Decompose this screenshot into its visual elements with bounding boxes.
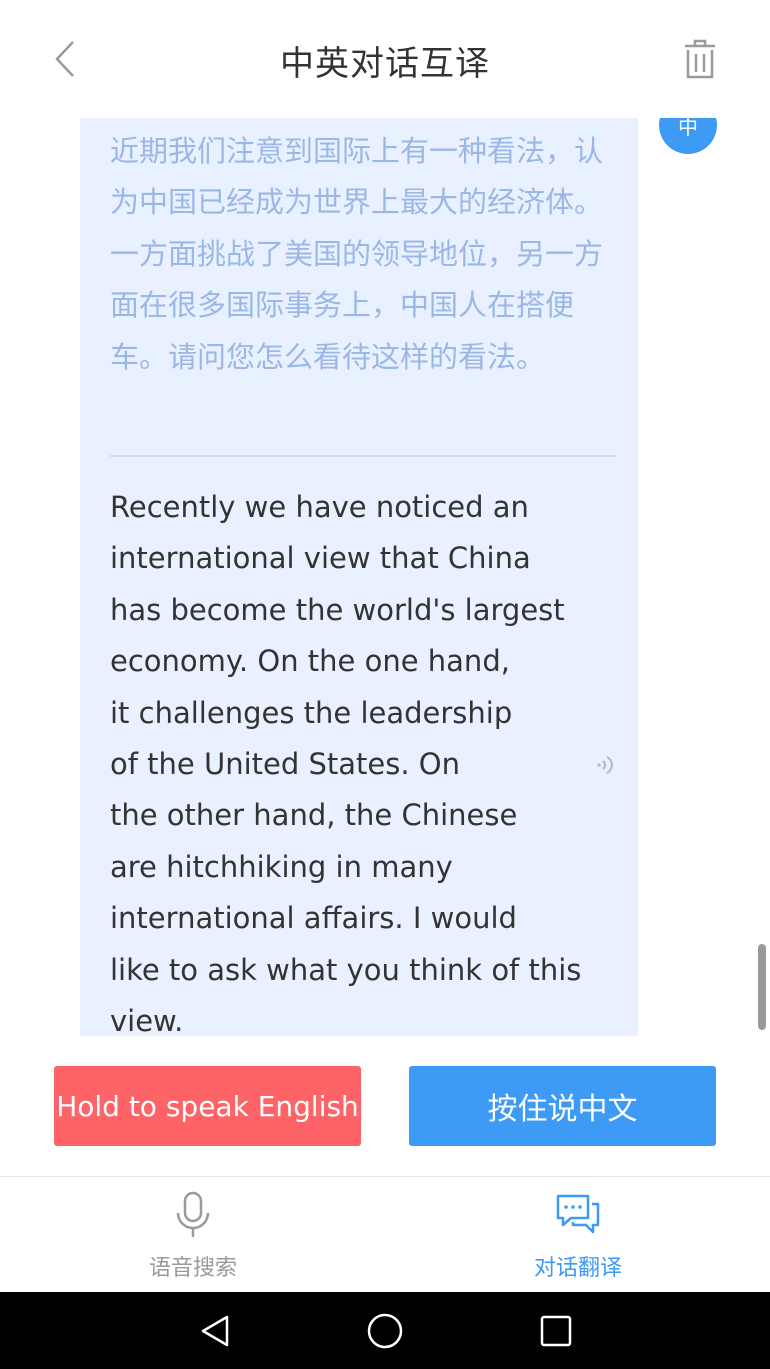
speaker-icon[interactable] bbox=[590, 750, 620, 780]
conversation-area[interactable]: 近期我们注意到国际上有一种看法，认为中国已经成为世界上最大的经济体。一方面挑战了… bbox=[0, 118, 770, 1036]
square-recents-icon bbox=[540, 1315, 572, 1347]
system-back-button[interactable] bbox=[188, 1304, 242, 1358]
microphone-icon bbox=[176, 1191, 210, 1237]
bubble-divider bbox=[110, 455, 616, 457]
trash-icon bbox=[685, 39, 715, 79]
circle-home-icon bbox=[367, 1313, 403, 1349]
source-text: 近期我们注意到国际上有一种看法，认为中国已经成为世界上最大的经济体。一方面挑战了… bbox=[110, 134, 604, 374]
tab-dialog-translation[interactable]: 对话翻译 bbox=[478, 1186, 678, 1286]
system-home-button[interactable] bbox=[358, 1304, 412, 1358]
translated-text: Recently we have noticed an internationa… bbox=[110, 490, 582, 1036]
app-header: 中英对话互译 bbox=[0, 0, 770, 118]
language-badge: 中 bbox=[659, 118, 717, 154]
page-title: 中英对话互译 bbox=[280, 44, 490, 84]
delete-button[interactable] bbox=[676, 34, 724, 84]
tab-voice-search[interactable]: 语音搜索 bbox=[93, 1186, 293, 1286]
scrollbar[interactable] bbox=[758, 944, 766, 1030]
tabbar-divider bbox=[0, 1176, 770, 1177]
hold-to-speak-english-button[interactable]: Hold to speak English bbox=[54, 1066, 361, 1146]
chat-bubbles-icon bbox=[556, 1194, 600, 1234]
hold-to-speak-chinese-button[interactable]: 按住说中文 bbox=[409, 1066, 716, 1146]
tab-voice-search-label: 语音搜索 bbox=[148, 1256, 237, 1281]
system-navigation-bar bbox=[0, 1292, 770, 1369]
tab-dialog-translation-label: 对话翻译 bbox=[533, 1256, 622, 1281]
translation-bubble: 近期我们注意到国际上有一种看法，认为中国已经成为世界上最大的经济体。一方面挑战了… bbox=[80, 118, 638, 1036]
system-recents-button[interactable] bbox=[529, 1304, 583, 1358]
triangle-back-icon bbox=[201, 1315, 229, 1347]
